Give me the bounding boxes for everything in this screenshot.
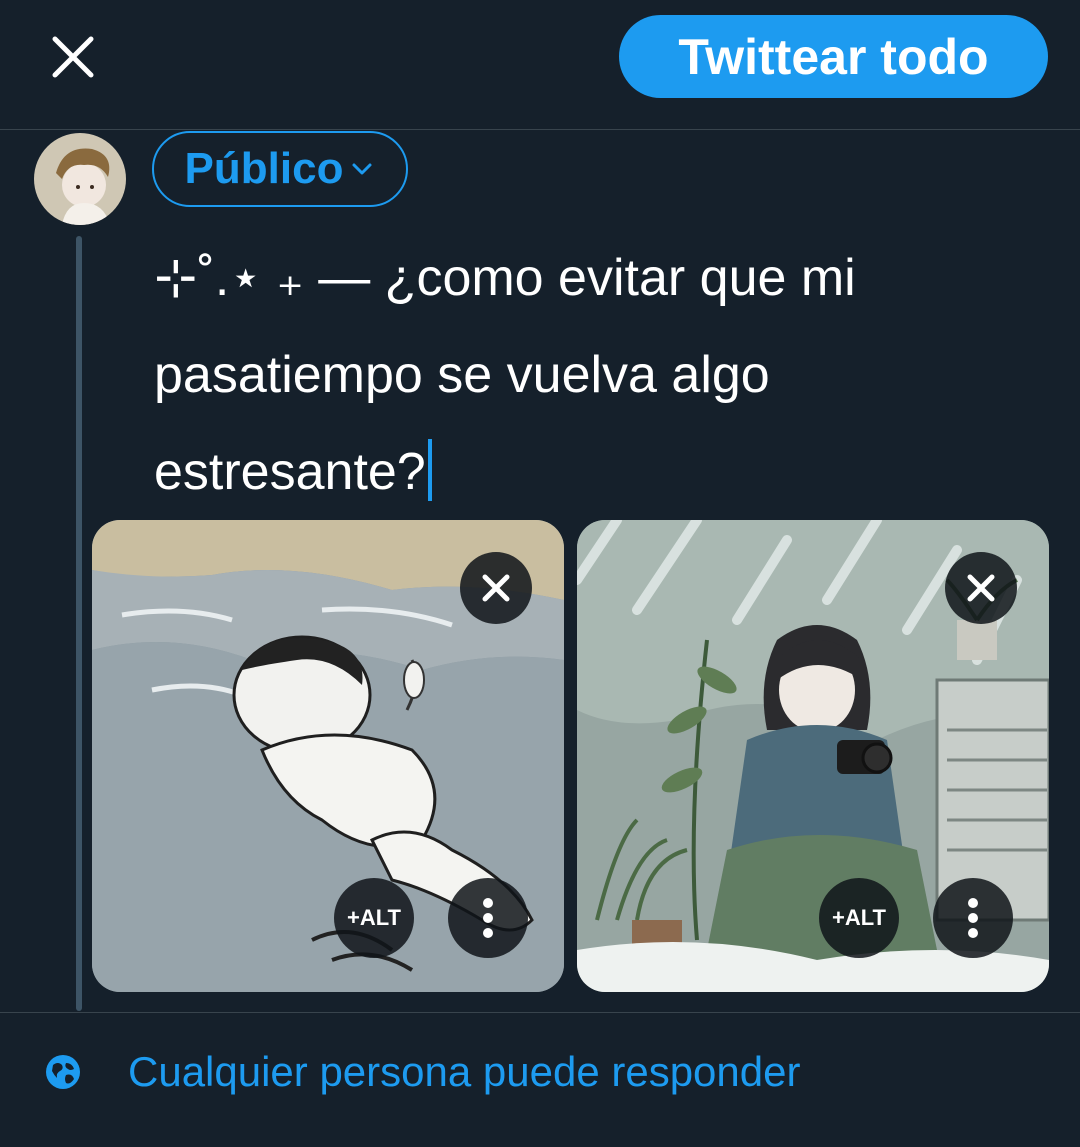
media-attachment-2[interactable]: +ALT [577,520,1049,992]
remove-media-button[interactable] [460,552,532,624]
user-avatar [34,133,126,225]
globe-icon [46,1055,80,1089]
more-vertical-icon [968,898,978,938]
header-divider [0,129,1080,130]
close-icon [967,574,995,602]
media-more-button[interactable] [933,878,1013,958]
footer-divider [0,1012,1080,1013]
tweet-text: ⊹˚.⋆ ₊ — ¿como evitar que mi pasatiempo … [154,249,856,501]
tweet-all-button[interactable]: Twittear todo [619,15,1048,98]
audience-selector[interactable]: Público [152,131,408,207]
media-more-button[interactable] [448,878,528,958]
compose-screen: Twittear todo Público ⊹˚.⋆ ₊ — ¿como evi… [0,0,1080,1147]
media-attachment-1[interactable]: +ALT [92,520,564,992]
close-icon [52,36,94,78]
audience-label: Público [184,144,344,193]
close-icon [482,574,510,602]
add-alt-text-button[interactable]: +ALT [334,878,414,958]
remove-media-button[interactable] [945,552,1017,624]
reply-setting-label: Cualquier persona puede responder [128,1048,801,1095]
reply-setting-button[interactable]: Cualquier persona puede responder [44,1048,800,1096]
more-vertical-icon [483,898,493,938]
tweet-text-input[interactable]: ⊹˚.⋆ ₊ — ¿como evitar que mi pasatiempo … [154,230,1034,521]
text-caret [427,439,432,501]
add-alt-text-button[interactable]: +ALT [819,878,899,958]
avatar[interactable] [34,133,126,225]
close-button[interactable] [48,32,98,82]
chevron-down-icon [352,163,372,175]
thread-line [76,236,82,1011]
